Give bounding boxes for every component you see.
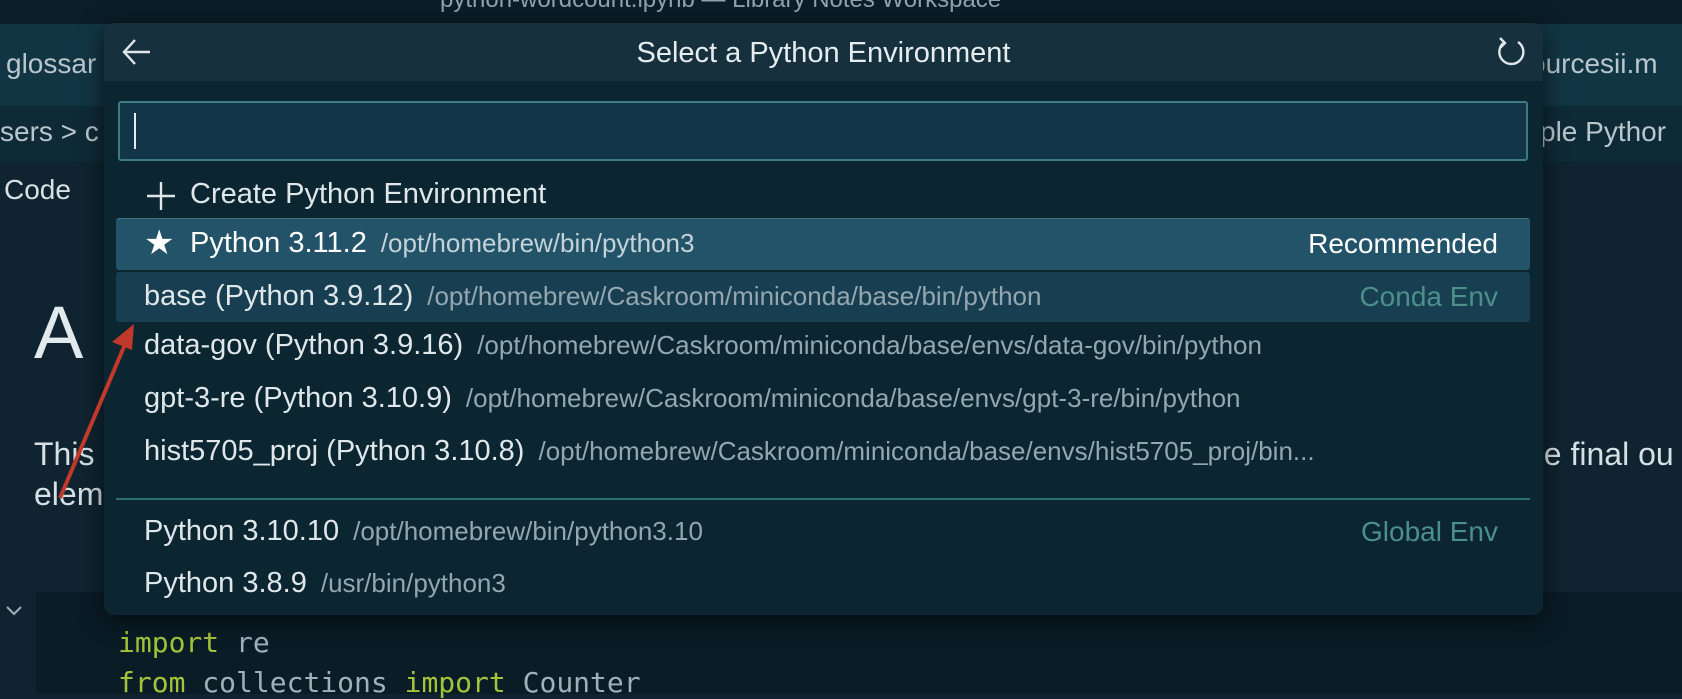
env-name: Python 3.10.10 bbox=[144, 515, 340, 547]
create-environment-item[interactable]: Create Python Environment bbox=[116, 170, 1530, 220]
breadcrumb-tail[interactable]: ple Pythor bbox=[1540, 116, 1666, 148]
env-name: Python 3.11.2 bbox=[190, 227, 367, 259]
section-divider bbox=[116, 498, 1530, 500]
env-item-python-3-8-9[interactable]: Python 3.8.9/usr/bin/python3 bbox=[116, 559, 1530, 609]
star-icon: ★ bbox=[144, 224, 175, 262]
window-titlebar: python-wordcount.ipynb — Library Notes W… bbox=[0, 0, 1682, 24]
env-item-data-gov[interactable]: data-gov (Python 3.9.16) /opt/homebrew/Ca… bbox=[116, 321, 1530, 371]
env-path: /opt/homebrew/bin/python3.10 bbox=[353, 516, 703, 546]
env-path: /opt/homebrew/Caskroom/miniconda/base/en… bbox=[477, 330, 1262, 360]
env-path: /opt/homebrew/Caskroom/miniconda/base/en… bbox=[465, 383, 1241, 413]
editor-tab-glossary[interactable]: glossar bbox=[6, 48, 96, 80]
global-env-badge: Global Env bbox=[1361, 516, 1498, 547]
plus-icon bbox=[147, 182, 175, 210]
environment-search-input[interactable] bbox=[118, 101, 1528, 161]
env-item-python-3-11-2[interactable]: ★ Python 3.11.2/opt/homebrew/bin/python3… bbox=[116, 218, 1530, 270]
breadcrumb[interactable]: sers > c bbox=[0, 116, 99, 148]
create-environment-label: Create Python Environment bbox=[190, 178, 547, 210]
env-path: /opt/homebrew/Caskroom/miniconda/base/en… bbox=[538, 436, 1315, 466]
recommended-badge: Recommended bbox=[1308, 228, 1498, 259]
add-code-cell-button[interactable]: Code bbox=[4, 174, 71, 206]
env-path: /usr/bin/python3 bbox=[320, 568, 506, 598]
markdown-paragraph-line2: elem bbox=[34, 476, 104, 512]
env-name: data-gov (Python 3.9.16) bbox=[144, 329, 464, 361]
conda-env-badge: Conda Env bbox=[1359, 281, 1498, 312]
markdown-paragraph-line1: This bbox=[34, 436, 95, 472]
code-line-2: from collections import Counter bbox=[118, 666, 641, 699]
editor-tab-resources[interactable]: ourcesii.m bbox=[1530, 48, 1658, 80]
window-title: python-wordcount.ipynb — Library Notes W… bbox=[440, 0, 1001, 14]
env-path: /opt/homebrew/Caskroom/miniconda/base/bi… bbox=[427, 281, 1042, 311]
env-name: Python 3.8.9 bbox=[144, 567, 307, 599]
markdown-paragraph-tail: he final ou bbox=[1526, 436, 1674, 472]
text-caret bbox=[134, 113, 136, 149]
env-item-hist5705-proj[interactable]: hist5705_proj (Python 3.10.8) /opt/homebr… bbox=[116, 427, 1530, 477]
env-path: /opt/homebrew/bin/python3 bbox=[380, 228, 695, 258]
quickpick-header: Select a Python Environment bbox=[104, 23, 1543, 81]
markdown-heading: A bbox=[34, 291, 84, 374]
env-name: base (Python 3.9.12) bbox=[144, 280, 414, 312]
env-name: gpt-3-re (Python 3.10.9) bbox=[144, 382, 452, 414]
python-env-quickpick: Select a Python Environment Create Pytho… bbox=[104, 23, 1543, 615]
env-item-python-3-10-10[interactable]: Python 3.10.10/opt/homebrew/bin/python3.… bbox=[116, 507, 1530, 557]
code-line-1: import re bbox=[118, 626, 270, 659]
env-item-gpt-3-re[interactable]: gpt-3-re (Python 3.10.9) /opt/homebrew/Ca… bbox=[116, 374, 1530, 424]
env-item-base[interactable]: base (Python 3.9.12) /opt/homebrew/Caskro… bbox=[116, 272, 1530, 322]
env-name: hist5705_proj (Python 3.10.8) bbox=[144, 435, 525, 467]
quickpick-title: Select a Python Environment bbox=[636, 37, 1011, 69]
collapse-chevron-icon[interactable] bbox=[4, 600, 24, 620]
refresh-icon[interactable] bbox=[1494, 35, 1528, 69]
